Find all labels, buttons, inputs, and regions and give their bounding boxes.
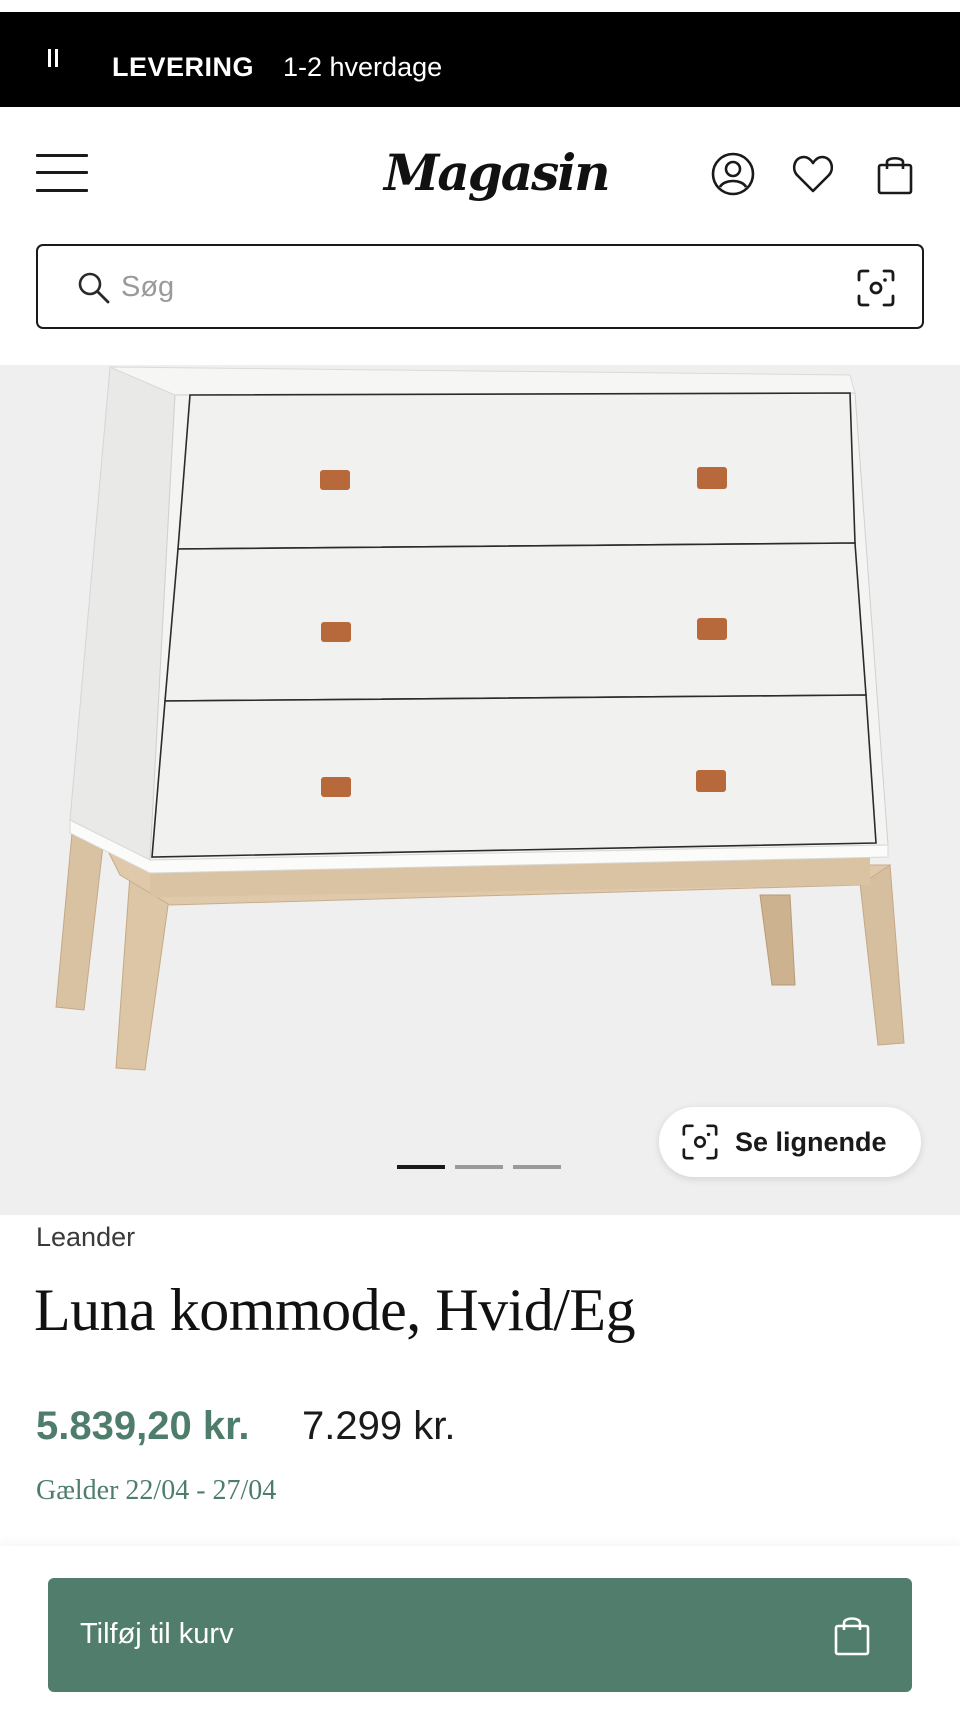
menu-icon[interactable] [36,154,88,192]
gallery-dot[interactable] [455,1165,503,1169]
add-to-cart-label: Tilføj til kurv [80,1618,234,1650]
product-brand[interactable]: Leander [36,1222,135,1253]
visual-search-icon[interactable] [856,268,896,308]
see-similar-label: Se lignende [735,1127,887,1157]
site-logo[interactable]: Magasin [384,143,611,202]
search-icon [78,272,110,304]
pause-icon[interactable] [48,49,60,69]
gallery-dot[interactable] [513,1165,561,1169]
visual-search-icon [682,1124,718,1160]
product-title: Luna kommode, Hvid/Eg [34,1277,636,1343]
add-to-cart-button[interactable]: Tilføj til kurv [48,1578,912,1692]
promo-label: LEVERING [112,52,255,82]
original-price: 7.299 kr. [302,1404,456,1448]
search-box[interactable] [36,244,924,329]
bag-icon [834,1617,870,1656]
offer-validity: Gælder 22/04 - 27/04 [36,1475,277,1506]
see-similar-button[interactable]: Se lignende [659,1107,921,1177]
product-image [55,366,905,1071]
promo-value: 1-2 hverdage [283,52,443,82]
account-icon[interactable] [710,151,756,197]
drawer-handle [320,470,350,490]
site-header: Magasin [0,107,960,237]
heart-icon[interactable] [790,151,836,197]
bag-icon[interactable] [872,151,918,197]
product-gallery[interactable]: Se lignende [0,365,960,1215]
gallery-pagination[interactable] [397,1165,561,1169]
search-input[interactable] [121,264,821,310]
gallery-dot[interactable] [397,1165,445,1169]
promo-bar: LEVERING 1-2 hverdage [0,12,960,107]
sale-price: 5.839,20 kr. [36,1404,250,1448]
